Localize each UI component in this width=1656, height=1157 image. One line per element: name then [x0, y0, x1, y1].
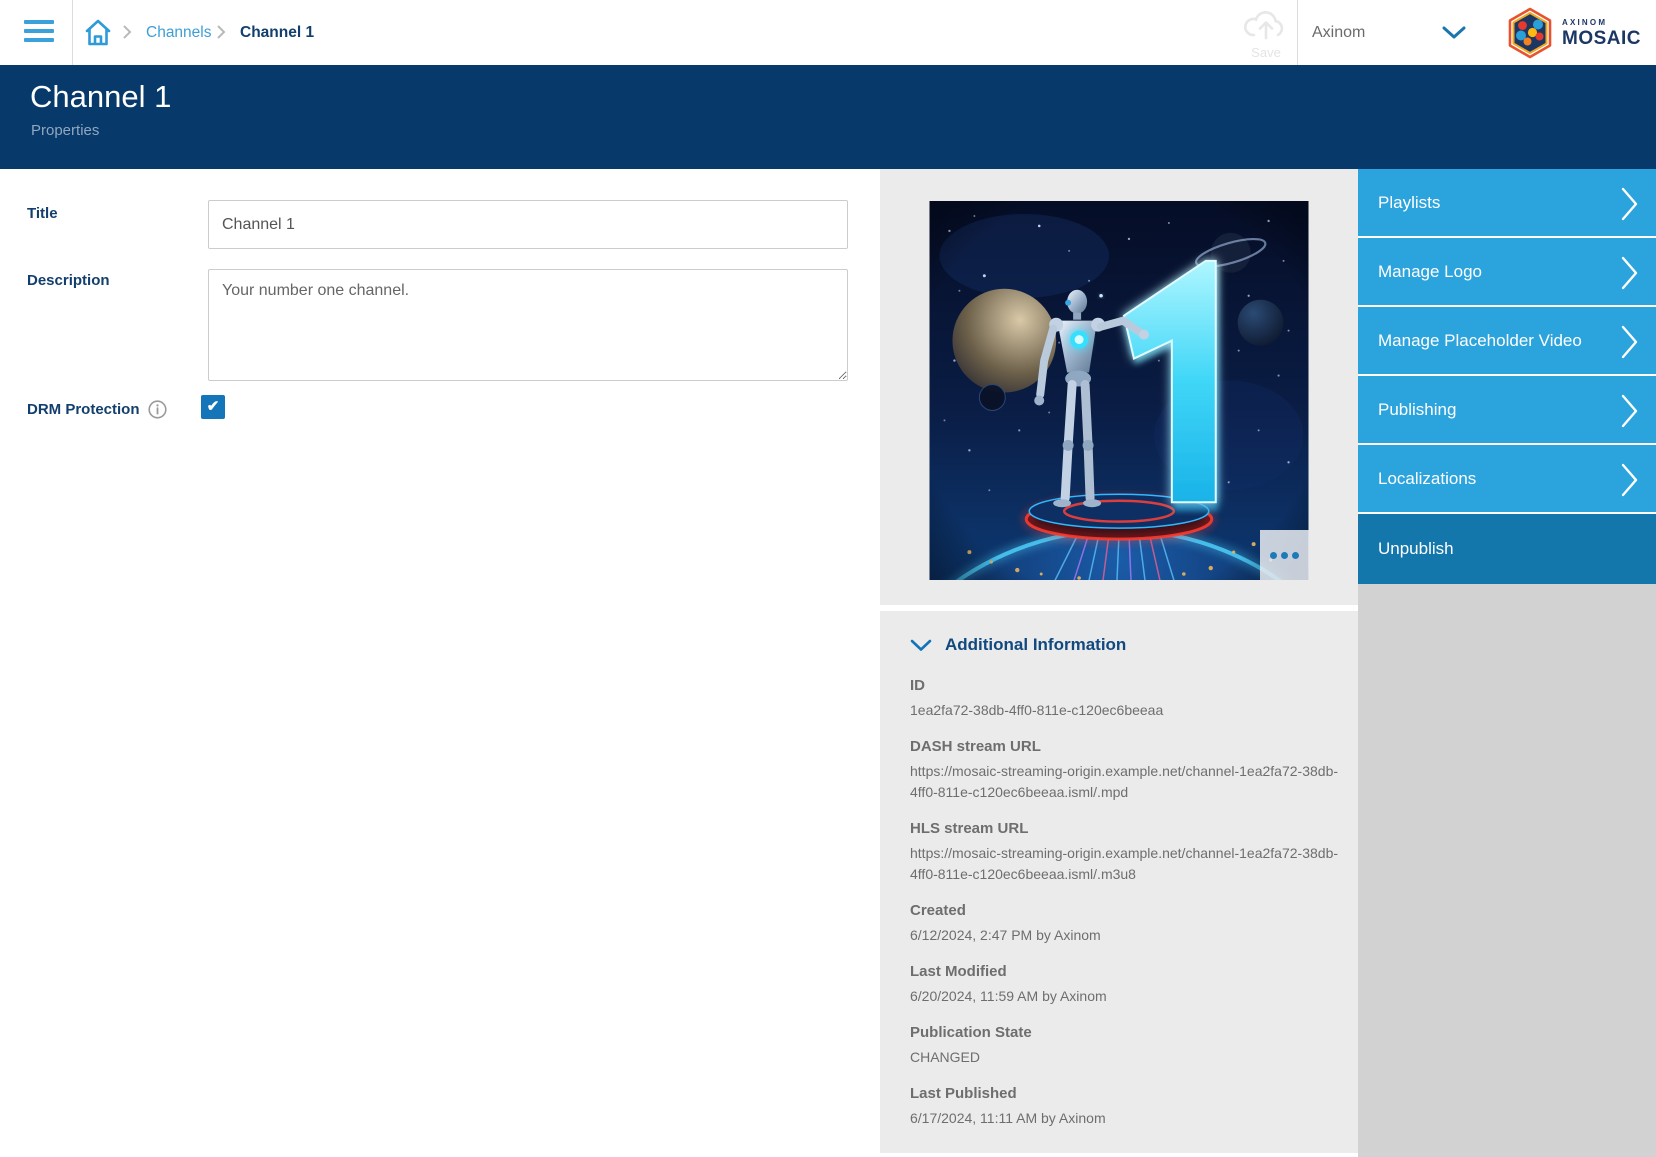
title-field-label: Title [27, 205, 58, 222]
info-icon[interactable] [148, 400, 167, 419]
title-input[interactable] [208, 200, 848, 249]
unpublish-button[interactable]: Unpublish [1358, 514, 1656, 584]
field-label: Created [910, 902, 1352, 919]
info-field: Publication State CHANGED [910, 1024, 1352, 1068]
cloud-upload-icon [1243, 8, 1289, 42]
info-field: DASH stream URL https://mosaic-streaming… [910, 738, 1352, 803]
logo-brand-name: AXINOM [1562, 19, 1641, 27]
action-button-label: Manage Logo [1378, 262, 1482, 282]
info-field: Last Modified 6/20/2024, 11:59 AM by Axi… [910, 963, 1352, 1007]
field-value: CHANGED [910, 1047, 1352, 1068]
tenant-switcher[interactable]: Axinom [1312, 0, 1480, 65]
drm-protection-label: DRM Protection [27, 401, 140, 418]
hamburger-menu-icon[interactable] [24, 20, 54, 45]
chevron-down-icon [910, 639, 932, 652]
manage-logo-button[interactable]: Manage Logo [1358, 238, 1656, 307]
info-field: ID 1ea2fa72-38db-4ff0-811e-c120ec6beeaa [910, 677, 1352, 721]
field-label: DASH stream URL [910, 738, 1352, 755]
field-label: ID [910, 677, 1352, 694]
breadcrumb-current-page: Channel 1 [240, 0, 314, 65]
field-value: https://mosaic-streaming-origin.example.… [910, 843, 1352, 885]
info-field: HLS stream URL https://mosaic-streaming-… [910, 820, 1352, 885]
chevron-right-icon [1621, 256, 1639, 295]
field-label: HLS stream URL [910, 820, 1352, 837]
save-button-label: Save [1236, 45, 1296, 60]
action-button-label: Localizations [1378, 469, 1476, 489]
additional-information-toggle[interactable]: Additional Information [910, 635, 1358, 655]
ellipsis-icon [1270, 552, 1277, 559]
info-field: Created 6/12/2024, 2:47 PM by Axinom [910, 902, 1352, 946]
field-value: 6/20/2024, 11:59 AM by Axinom [910, 986, 1352, 1007]
breadcrumb-separator-icon [122, 24, 132, 45]
breadcrumb-channels-link[interactable]: Channels [146, 0, 212, 65]
publishing-button[interactable]: Publishing [1358, 376, 1656, 445]
channel-artwork-image [929, 201, 1309, 580]
description-field-label: Description [27, 272, 110, 289]
axinom-mosaic-logo: AXINOM MOSAIC [1505, 7, 1650, 59]
save-button[interactable]: Save [1236, 8, 1296, 60]
chevron-down-icon [1442, 26, 1466, 45]
action-rail: Playlists Manage Logo Manage Placeholder… [1358, 169, 1656, 1157]
top-bar: Channels Channel 1 Save Axinom AX [0, 0, 1656, 65]
drm-protection-checkbox[interactable]: ✔ [201, 395, 225, 419]
topbar-divider [72, 0, 73, 65]
chevron-right-icon [1621, 187, 1639, 226]
manage-placeholder-video-button[interactable]: Manage Placeholder Video [1358, 307, 1656, 376]
chevron-right-icon [1621, 463, 1639, 502]
action-button-label: Publishing [1378, 400, 1456, 420]
page-subtitle: Properties [31, 122, 99, 139]
chevron-right-icon [1621, 394, 1639, 433]
field-value: 1ea2fa72-38db-4ff0-811e-c120ec6beeaa [910, 700, 1352, 721]
localizations-button[interactable]: Localizations [1358, 445, 1656, 514]
chevron-right-icon [1621, 325, 1639, 364]
description-textarea[interactable]: Your number one channel. [208, 269, 848, 381]
topbar-divider [1297, 0, 1298, 65]
unpublish-button-label: Unpublish [1378, 539, 1454, 559]
page-title: Channel 1 [30, 79, 171, 115]
additional-information-panel: Additional Information ID 1ea2fa72-38db-… [880, 611, 1358, 1153]
home-icon[interactable] [84, 18, 112, 48]
field-label: Last Modified [910, 963, 1352, 980]
playlists-button[interactable]: Playlists [1358, 169, 1656, 238]
artwork-more-options-button[interactable] [1260, 530, 1309, 580]
logo-product-name: MOSAIC [1562, 29, 1641, 48]
field-value: https://mosaic-streaming-origin.example.… [910, 761, 1352, 803]
additional-information-heading: Additional Information [945, 635, 1126, 655]
field-label: Last Published [910, 1085, 1352, 1102]
action-button-label: Manage Placeholder Video [1378, 331, 1582, 351]
tenant-name: Axinom [1312, 24, 1365, 42]
mosaic-hexagon-icon [1505, 7, 1555, 59]
page-header: Channel 1 Properties [0, 65, 1656, 169]
info-field: Last Published 6/17/2024, 11:11 AM by Ax… [910, 1085, 1352, 1129]
action-button-label: Playlists [1378, 193, 1440, 213]
field-label: Publication State [910, 1024, 1352, 1041]
breadcrumb-separator-icon [216, 24, 226, 45]
field-value: 6/17/2024, 11:11 AM by Axinom [910, 1108, 1352, 1129]
field-value: 6/12/2024, 2:47 PM by Axinom [910, 925, 1352, 946]
